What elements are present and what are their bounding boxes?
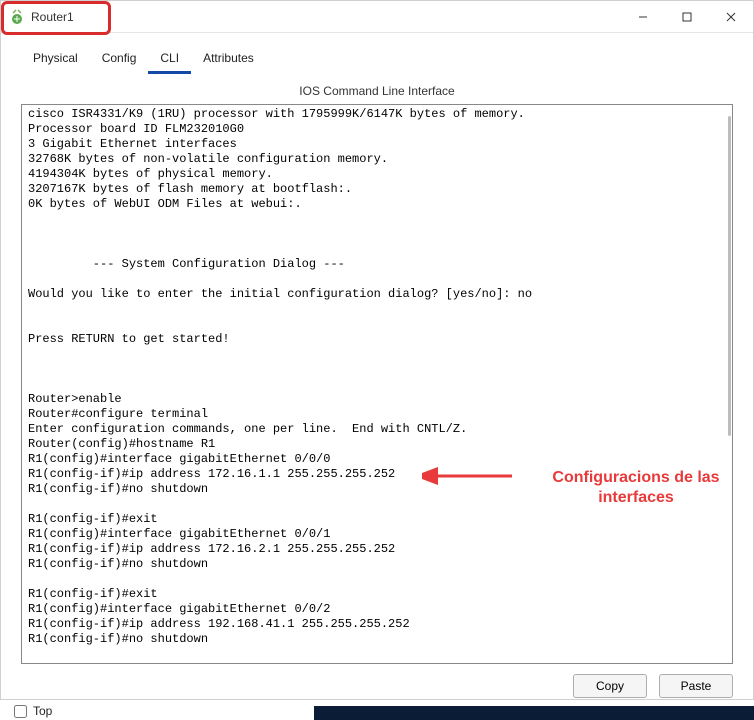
app-window: Router1 Physical Config CLI Attributes I… <box>0 0 754 700</box>
scrollbar-track[interactable] <box>725 106 731 662</box>
terminal-container: cisco ISR4331/K9 (1RU) processor with 17… <box>21 104 733 664</box>
tab-bar: Physical Config CLI Attributes <box>1 33 753 74</box>
copy-button[interactable]: Copy <box>573 674 647 698</box>
close-button[interactable] <box>709 1 753 32</box>
titlebar-left: Router1 <box>9 9 74 25</box>
paste-button[interactable]: Paste <box>659 674 733 698</box>
tab-config[interactable]: Config <box>90 47 149 74</box>
tab-cli[interactable]: CLI <box>148 47 191 74</box>
cli-header-label: IOS Command Line Interface <box>1 74 753 104</box>
top-checkbox[interactable] <box>14 705 27 718</box>
minimize-button[interactable] <box>621 1 665 32</box>
button-row: Copy Paste <box>1 664 753 708</box>
maximize-button[interactable] <box>665 1 709 32</box>
tab-physical[interactable]: Physical <box>21 47 90 74</box>
window-title: Router1 <box>31 10 74 24</box>
router-icon <box>9 9 25 25</box>
terminal-output[interactable]: cisco ISR4331/K9 (1RU) processor with 17… <box>22 105 732 663</box>
footer-top-option: Top <box>14 704 52 718</box>
scrollbar-thumb[interactable] <box>728 116 731 436</box>
tab-attributes[interactable]: Attributes <box>191 47 266 74</box>
titlebar: Router1 <box>1 1 753 33</box>
window-controls <box>621 1 753 32</box>
top-label: Top <box>33 704 52 718</box>
background-strip <box>314 706 754 720</box>
